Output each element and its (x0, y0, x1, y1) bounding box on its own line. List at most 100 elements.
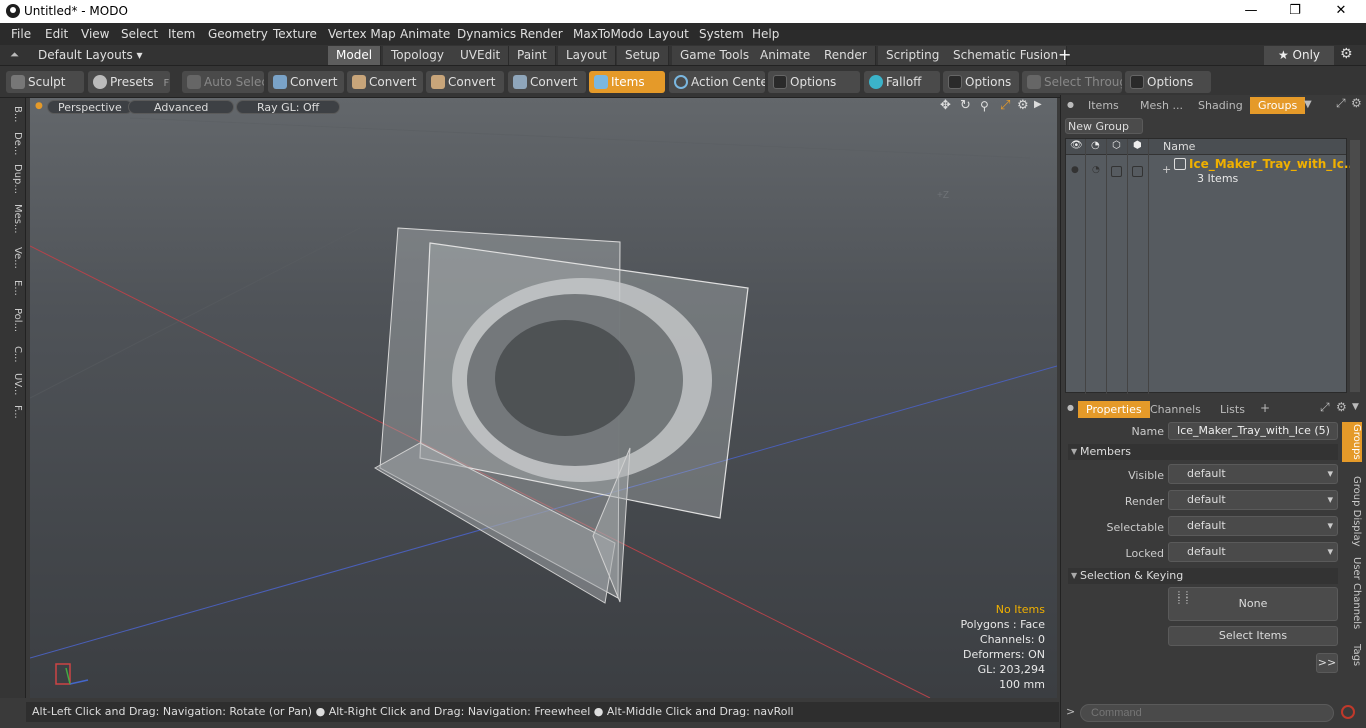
auto-select-button[interactable]: Auto Select (182, 71, 264, 93)
viewport-expand-icon[interactable]: ▶ (1034, 99, 1042, 110)
rotate-icon[interactable]: ↻ (960, 98, 971, 113)
render-icon[interactable]: ◔ (1091, 140, 1100, 151)
menu-file[interactable]: File (11, 27, 31, 41)
lock-cube-icon[interactable]: ⬢ (1133, 140, 1142, 151)
tab-layout[interactable]: Layout (558, 46, 616, 65)
new-group-button[interactable]: New Group (1065, 118, 1143, 134)
props-gear-icon[interactable]: ⚙ (1336, 400, 1347, 414)
record-icon[interactable] (1341, 705, 1355, 719)
tab-schematic-fusion[interactable]: Schematic Fusion (945, 46, 1068, 65)
viewport-gear-icon[interactable]: ⚙ (1017, 98, 1029, 113)
expand-icon[interactable]: ⤢ (1336, 96, 1346, 111)
menu-select[interactable]: Select (121, 27, 158, 41)
presets-button[interactable]: Presets F6 (88, 71, 170, 93)
tab-render[interactable]: Render (816, 46, 876, 65)
side-tab-user-channels[interactable]: User Channels (1342, 556, 1362, 630)
tab-game-tools[interactable]: Game Tools (672, 46, 759, 65)
tab-items[interactable]: Items (1080, 97, 1127, 114)
expand-plus-icon[interactable]: + (1162, 163, 1171, 176)
tab-paint[interactable]: Paint (509, 46, 556, 65)
row-select-checkbox[interactable] (1111, 166, 1122, 177)
items-mode-button[interactable]: Items (589, 71, 665, 93)
zoom-icon[interactable]: ⚲ (980, 99, 989, 113)
tab-topology[interactable]: Topology (383, 46, 453, 65)
close-button[interactable]: ✕ (1326, 2, 1356, 20)
vertical-tab-edge[interactable]: E... (3, 276, 23, 300)
menu-help[interactable]: Help (752, 27, 779, 41)
tab-scripting[interactable]: Scripting (878, 46, 949, 65)
vertical-tab-mesh-edit[interactable]: Mes... (3, 202, 23, 236)
vertical-tab-basic[interactable]: B... (3, 102, 23, 126)
side-tab-groups[interactable]: Groups (1342, 422, 1362, 462)
vertical-tab-curve[interactable]: C... (3, 340, 23, 368)
add-props-tab-icon[interactable]: + (1260, 401, 1270, 415)
selection-keying-section[interactable]: Selection & Keying (1068, 568, 1338, 584)
menu-system[interactable]: System (699, 27, 744, 41)
tab-shading[interactable]: Shading (1190, 97, 1251, 114)
viewport-menu-icon[interactable]: ● (35, 101, 43, 111)
tab-mesh[interactable]: Mesh ... (1132, 97, 1191, 114)
ray-gl-button[interactable]: Ray GL: Off (236, 100, 341, 114)
advanced-button[interactable]: Advanced (128, 100, 235, 114)
3d-viewport[interactable]: +Z ● Perspective Advanced Ray GL: Off ✥ … (30, 98, 1057, 698)
perspective-button[interactable]: Perspective (47, 100, 133, 114)
falloff-button[interactable]: Falloff (864, 71, 940, 93)
options-button-2[interactable]: Options (943, 71, 1019, 93)
vertical-tab-duplicate[interactable]: Dup... (3, 162, 23, 196)
selectable-dropdown[interactable]: default (1168, 516, 1338, 536)
eye-icon[interactable]: 👁 (1070, 140, 1083, 151)
vertical-tab-vertex[interactable]: Ve... (3, 244, 23, 272)
tab-groups[interactable]: Groups (1250, 97, 1306, 114)
group-row[interactable]: ● ◔ + Ice_Maker_Tray_with_Ic... 3 Items (1066, 156, 1358, 186)
row-eye-icon[interactable]: ● (1071, 165, 1079, 175)
sculpt-button[interactable]: Sculpt (6, 71, 84, 93)
menu-texture[interactable]: Texture (273, 27, 317, 41)
row-render-icon[interactable]: ◔ (1092, 165, 1100, 175)
menu-animate[interactable]: Animate (400, 27, 450, 41)
selection-collapse-icon[interactable]: ▼ (1071, 571, 1077, 580)
group-list-scrollbar[interactable] (1350, 140, 1360, 392)
minimize-button[interactable]: — (1236, 2, 1266, 20)
menu-vertex-map[interactable]: Vertex Map (328, 27, 396, 41)
convert-button-4[interactable]: Convert (508, 71, 586, 93)
keying-none-button[interactable]: ⋮⋮ ⋮⋮ None (1168, 587, 1338, 621)
gear-icon[interactable]: ⚙ (1340, 46, 1353, 62)
vertical-tab-deform[interactable]: De... (3, 130, 23, 158)
options-button-1[interactable]: Options (768, 71, 860, 93)
add-tab-button[interactable]: + (1058, 45, 1071, 64)
tab-dropdown-icon[interactable]: ▼ (1304, 99, 1312, 110)
tab-uvedit[interactable]: UVEdit (452, 46, 510, 65)
tab-channels[interactable]: Channels (1142, 401, 1209, 418)
action-center-button[interactable]: Action Center (669, 71, 765, 93)
convert-button-3[interactable]: Convert (426, 71, 504, 93)
tab-model[interactable]: Model (328, 46, 382, 65)
render-dropdown[interactable]: default (1168, 490, 1338, 510)
command-input[interactable] (1080, 704, 1334, 722)
vertical-tab-polygon[interactable]: Pol... (3, 304, 23, 336)
side-tab-group-display[interactable]: Group Display (1342, 474, 1362, 548)
tab-lists[interactable]: Lists (1212, 401, 1253, 418)
panel-gear-icon[interactable]: ⚙ (1351, 96, 1362, 110)
row-lock-checkbox[interactable] (1132, 166, 1143, 177)
group-name-field[interactable]: Ice_Maker_Tray_with_Ice (5) (1168, 422, 1338, 440)
vertical-tab-fusion[interactable]: F... (3, 400, 23, 424)
maximize-button[interactable]: ❐ (1280, 2, 1310, 20)
menu-edit[interactable]: Edit (45, 27, 68, 41)
pan-icon[interactable]: ✥ (940, 98, 951, 113)
menu-geometry[interactable]: Geometry (208, 27, 268, 41)
menu-render[interactable]: Render (520, 27, 563, 41)
more-button[interactable]: >> (1316, 653, 1338, 673)
default-layouts-dropdown[interactable]: Default Layouts ▾ (38, 48, 143, 62)
menu-maxtomodo[interactable]: MaxToModo (573, 27, 643, 41)
options-button-3[interactable]: Options (1125, 71, 1211, 93)
menu-view[interactable]: View (81, 27, 109, 41)
props-menu-icon[interactable]: ▼ (1352, 402, 1359, 412)
menu-layout[interactable]: Layout (648, 27, 689, 41)
menu-dynamics[interactable]: Dynamics (457, 27, 516, 41)
select-cube-icon[interactable]: ⬡ (1112, 140, 1121, 151)
tab-animate[interactable]: Animate (752, 46, 820, 65)
convert-button-1[interactable]: Convert (268, 71, 344, 93)
visible-dropdown[interactable]: default (1168, 464, 1338, 484)
convert-button-2[interactable]: Convert (347, 71, 423, 93)
menu-item[interactable]: Item (168, 27, 195, 41)
